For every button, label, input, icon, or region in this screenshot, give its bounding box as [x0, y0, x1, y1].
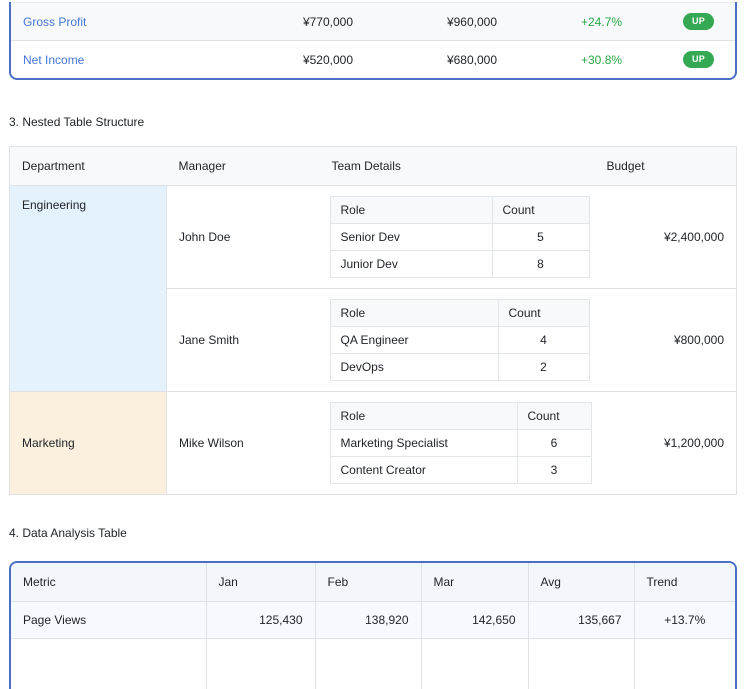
previous-value: ¥520,000	[279, 41, 365, 79]
nested-row: Senior Dev 5	[330, 224, 589, 251]
up-badge: UP	[683, 51, 714, 68]
team-details-cell: Role Count Marketing Specialist 6 Conten…	[320, 392, 585, 495]
team-details-cell: Role Count QA Engineer 4 DevOps 2	[320, 289, 585, 392]
nested-row: Junior Dev 8	[330, 251, 589, 278]
column-header: Jan	[206, 563, 315, 602]
role-cell: Senior Dev	[330, 224, 492, 251]
count-cell: 3	[517, 457, 591, 484]
column-header: Mar	[421, 563, 528, 602]
team-details-cell: Role Count Senior Dev 5 Junior Dev	[320, 186, 585, 289]
column-header: Team Details	[320, 147, 585, 186]
header-row: Department Manager Team Details Budget	[10, 147, 737, 186]
count-cell: 2	[498, 354, 589, 381]
department-cell: Engineering	[10, 186, 167, 392]
column-header: Manager	[167, 147, 320, 186]
role-cell: QA Engineer	[330, 327, 498, 354]
badge-cell: UP	[631, 3, 735, 41]
current-value: ¥960,000	[365, 3, 509, 41]
report-page: Gross Profit ¥770,000 ¥960,000 +24.7% UP…	[0, 2, 755, 689]
nested-header-row: Role Count	[330, 197, 589, 224]
manager-cell: Mike Wilson	[167, 392, 320, 495]
column-header: Role	[330, 197, 492, 224]
nested-row: DevOps 2	[330, 354, 589, 381]
data-analysis-table: Metric Jan Feb Mar Avg Trend Page Views …	[9, 561, 737, 689]
budget-cell: ¥1,200,000	[585, 392, 737, 495]
section-title: 4. Data Analysis Table	[9, 526, 746, 540]
section-title: 3. Nested Table Structure	[9, 115, 746, 129]
column-header: Department	[10, 147, 167, 186]
nested-row: Marketing Specialist 6	[330, 430, 591, 457]
nested-header-row: Role Count	[330, 403, 591, 430]
previous-value: ¥770,000	[279, 3, 365, 41]
budget-cell: ¥2,400,000	[585, 186, 737, 289]
column-header: Role	[330, 403, 517, 430]
trend-value: +13.7%	[634, 602, 735, 639]
column-header: Trend	[634, 563, 735, 602]
count-cell: 8	[492, 251, 589, 278]
nested-header-row: Role Count	[330, 300, 589, 327]
header-row: Metric Jan Feb Mar Avg Trend	[11, 563, 735, 602]
role-cell: Marketing Specialist	[330, 430, 517, 457]
nested-role-table: Role Count Marketing Specialist 6 Conten…	[330, 402, 592, 484]
feb-value: 138,920	[315, 602, 421, 639]
table-row: Marketing Mike Wilson Role Count	[10, 392, 737, 495]
column-header: Budget	[585, 147, 737, 186]
nested-role-table: Role Count QA Engineer 4 DevOps 2	[330, 299, 590, 381]
nested-structure-table: Department Manager Team Details Budget E…	[9, 146, 737, 495]
metric-label: Page Views	[11, 602, 206, 639]
nested-row: Content Creator 3	[330, 457, 591, 484]
budget-cell: ¥800,000	[585, 289, 737, 392]
mar-value: 142,650	[421, 602, 528, 639]
manager-cell: John Doe	[167, 186, 320, 289]
current-value: ¥680,000	[365, 41, 509, 79]
column-header: Role	[330, 300, 498, 327]
table-row: Gross Profit ¥770,000 ¥960,000 +24.7% UP	[11, 3, 735, 41]
department-cell: Marketing	[10, 392, 167, 495]
count-cell: 6	[517, 430, 591, 457]
badge-cell: UP	[631, 41, 735, 79]
metric-label: Net Income	[11, 41, 279, 79]
column-header: Avg	[528, 563, 634, 602]
column-header: Count	[517, 403, 591, 430]
change-percent: +30.8%	[509, 41, 631, 79]
metric-label: Gross Profit	[11, 3, 279, 41]
financial-summary-table: Gross Profit ¥770,000 ¥960,000 +24.7% UP…	[9, 2, 737, 80]
table-row: Engineering John Doe Role Count	[10, 186, 737, 289]
manager-cell: Jane Smith	[167, 289, 320, 392]
avg-value: 135,667	[528, 602, 634, 639]
nested-role-table: Role Count Senior Dev 5 Junior Dev	[330, 196, 590, 278]
role-cell: DevOps	[330, 354, 498, 381]
change-percent: +24.7%	[509, 3, 631, 41]
table-row: Page Views 125,430 138,920 142,650 135,6…	[11, 602, 735, 639]
column-header: Metric	[11, 563, 206, 602]
column-header: Count	[498, 300, 589, 327]
role-cell: Junior Dev	[330, 251, 492, 278]
count-cell: 4	[498, 327, 589, 354]
column-header: Count	[492, 197, 589, 224]
jan-value: 125,430	[206, 602, 315, 639]
table-row	[11, 639, 735, 689]
role-cell: Content Creator	[330, 457, 517, 484]
up-badge: UP	[683, 13, 714, 30]
table-row: Net Income ¥520,000 ¥680,000 +30.8% UP	[11, 41, 735, 79]
nested-row: QA Engineer 4	[330, 327, 589, 354]
count-cell: 5	[492, 224, 589, 251]
column-header: Feb	[315, 563, 421, 602]
